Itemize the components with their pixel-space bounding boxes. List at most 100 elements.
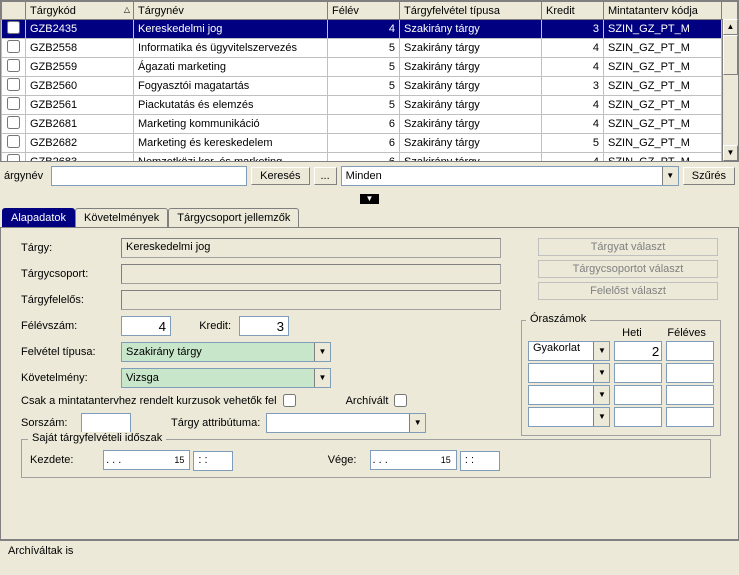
table-row[interactable]: GZB2560Fogyasztói magatartás5Szakirány t… bbox=[2, 77, 738, 96]
weekly-input-1[interactable] bbox=[614, 341, 662, 361]
table-row[interactable]: GZB2435Kereskedelmi jog4Szakirány tárgy3… bbox=[2, 20, 738, 39]
credit-label: Kredit: bbox=[171, 320, 231, 332]
cell-kredit: 4 bbox=[542, 153, 604, 163]
filter-combo[interactable]: Minden ▼ bbox=[341, 166, 679, 186]
row-check[interactable] bbox=[7, 78, 20, 91]
archived-check[interactable] bbox=[394, 394, 407, 407]
cell-felev: 5 bbox=[328, 77, 400, 96]
row-check[interactable] bbox=[7, 116, 20, 129]
order-input[interactable] bbox=[81, 413, 131, 433]
end-date-input[interactable]: . . .15 bbox=[370, 450, 457, 470]
scroll-col bbox=[722, 2, 738, 20]
col-mintatanterv[interactable]: Mintatanterv kódja bbox=[604, 2, 722, 20]
table-row[interactable]: GZB2682Marketing és kereskedelem6Szakirá… bbox=[2, 134, 738, 153]
collapse-toggle[interactable]: ▼ bbox=[355, 192, 385, 204]
browse-button[interactable]: ... bbox=[314, 167, 337, 185]
only-curriculum-check[interactable] bbox=[283, 394, 296, 407]
vertical-scrollbar[interactable]: ▲ ▼ bbox=[722, 19, 738, 161]
search-button[interactable]: Keresés bbox=[251, 167, 309, 185]
cell-kod: GZB2560 bbox=[26, 77, 134, 96]
semester-input-3[interactable] bbox=[666, 385, 714, 405]
choose-group-button[interactable]: Tárgycsoportot választ bbox=[538, 260, 718, 278]
chevron-down-icon: ▼ bbox=[314, 369, 330, 387]
hourtype-combo-3[interactable]: ▼ bbox=[528, 385, 610, 405]
cell-mt: SZIN_GZ_PT_M bbox=[604, 39, 722, 58]
cell-tipus: Szakirány tárgy bbox=[400, 96, 542, 115]
col-targynev[interactable]: Tárgynév bbox=[134, 2, 328, 20]
cell-mt: SZIN_GZ_PT_M bbox=[604, 77, 722, 96]
start-time-input[interactable]: : : bbox=[193, 451, 233, 471]
cell-nev: Informatika és ügyvitelszervezés bbox=[134, 39, 328, 58]
filter-button[interactable]: Szűrés bbox=[683, 167, 735, 185]
row-check[interactable] bbox=[7, 135, 20, 148]
cell-felev: 6 bbox=[328, 153, 400, 163]
tab-kovetelmenyek[interactable]: Követelmények bbox=[75, 208, 168, 227]
cell-kod: GZB2559 bbox=[26, 58, 134, 77]
cell-kredit: 4 bbox=[542, 39, 604, 58]
hourtype-combo-4[interactable]: ▼ bbox=[528, 407, 610, 427]
end-time-input[interactable]: : : bbox=[460, 451, 500, 471]
search-input[interactable] bbox=[51, 166, 247, 186]
table-row[interactable]: GZB2559Ágazati marketing5Szakirány tárgy… bbox=[2, 58, 738, 77]
col-felvetel[interactable]: Tárgyfelvétel típusa bbox=[400, 2, 542, 20]
attribute-combo[interactable]: ▼ bbox=[266, 413, 426, 433]
weekly-input-2[interactable] bbox=[614, 363, 662, 383]
calendar-icon[interactable]: 15 bbox=[438, 455, 454, 465]
hours-group: Óraszámok Heti Féléves Gyakorlat▼ ▼ ▼ ▼ bbox=[521, 320, 721, 436]
chevron-down-icon: ▼ bbox=[593, 408, 609, 426]
tab-alapadatok[interactable]: Alapadatok bbox=[2, 208, 75, 227]
cell-felev: 4 bbox=[328, 20, 400, 39]
start-date-input[interactable]: . . .15 bbox=[103, 450, 190, 470]
cell-mt: SZIN_GZ_PT_M bbox=[604, 115, 722, 134]
scroll-up-icon[interactable]: ▲ bbox=[723, 19, 738, 35]
cell-kredit: 3 bbox=[542, 77, 604, 96]
row-check[interactable] bbox=[7, 154, 20, 162]
row-check[interactable] bbox=[7, 97, 20, 110]
start-label: Kezdete: bbox=[30, 454, 100, 466]
cell-tipus: Szakirány tárgy bbox=[400, 153, 542, 163]
semester-input[interactable] bbox=[121, 316, 171, 336]
cell-felev: 6 bbox=[328, 115, 400, 134]
row-check[interactable] bbox=[7, 21, 20, 34]
cell-kredit: 4 bbox=[542, 96, 604, 115]
group-field bbox=[121, 264, 501, 284]
cell-mt: SZIN_GZ_PT_M bbox=[604, 134, 722, 153]
semester-input-1[interactable] bbox=[666, 341, 714, 361]
choose-responsible-button[interactable]: Felelőst választ bbox=[538, 282, 718, 300]
cell-felev: 5 bbox=[328, 96, 400, 115]
tab-strip: Alapadatok Követelmények Tárgycsoport je… bbox=[0, 208, 739, 228]
col-targykod[interactable]: Tárgykód△ bbox=[26, 2, 134, 20]
subject-table[interactable]: Tárgykód△ Tárgynév Félév Tárgyfelvétel t… bbox=[0, 0, 739, 162]
choose-subject-button[interactable]: Tárgyat választ bbox=[538, 238, 718, 256]
scroll-thumb[interactable] bbox=[723, 35, 738, 75]
scroll-down-icon[interactable]: ▼ bbox=[723, 145, 738, 161]
requirement-value: Vizsga bbox=[126, 372, 159, 384]
table-row[interactable]: GZB2683Nemzetközi ker. és marketing6Szak… bbox=[2, 153, 738, 163]
semester-input-4[interactable] bbox=[666, 407, 714, 427]
credit-input[interactable] bbox=[239, 316, 289, 336]
hours-title: Óraszámok bbox=[526, 313, 590, 325]
hourtype-combo-1[interactable]: Gyakorlat▼ bbox=[528, 341, 610, 361]
table-row[interactable]: GZB2681Marketing kommunikáció6Szakirány … bbox=[2, 115, 738, 134]
cell-kredit: 4 bbox=[542, 115, 604, 134]
semester-input-2[interactable] bbox=[666, 363, 714, 383]
col-felev[interactable]: Félév bbox=[328, 2, 400, 20]
calendar-icon[interactable]: 15 bbox=[171, 455, 187, 465]
row-check[interactable] bbox=[7, 59, 20, 72]
weekly-input-4[interactable] bbox=[614, 407, 662, 427]
archived-label: Archívált bbox=[346, 395, 389, 407]
table-row[interactable]: GZB2561Piackutatás és elemzés5Szakirány … bbox=[2, 96, 738, 115]
chevron-down-icon: ▼ bbox=[593, 386, 609, 404]
tab-targycsoport[interactable]: Tárgycsoport jellemzők bbox=[168, 208, 299, 227]
table-row[interactable]: GZB2558Informatika és ügyvitelszervezés5… bbox=[2, 39, 738, 58]
requirement-combo[interactable]: Vizsga ▼ bbox=[121, 368, 331, 388]
responsible-label: Tárgyfelelős: bbox=[21, 294, 121, 306]
cell-nev: Fogyasztói magatartás bbox=[134, 77, 328, 96]
weekly-input-3[interactable] bbox=[614, 385, 662, 405]
row-check[interactable] bbox=[7, 40, 20, 53]
hourtype-combo-2[interactable]: ▼ bbox=[528, 363, 610, 383]
col-kredit[interactable]: Kredit bbox=[542, 2, 604, 20]
enrolltype-combo[interactable]: Szakirány tárgy ▼ bbox=[121, 342, 331, 362]
chevron-down-icon: ▼ bbox=[314, 343, 330, 361]
col-check[interactable] bbox=[2, 2, 26, 20]
